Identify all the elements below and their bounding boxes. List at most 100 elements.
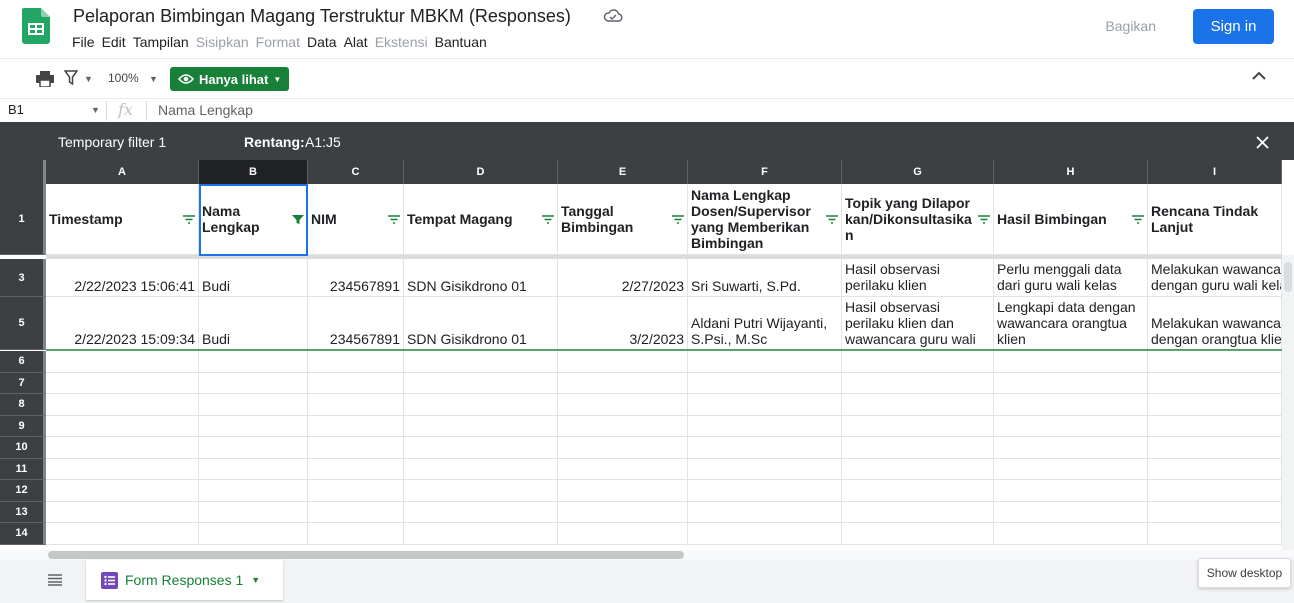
- empty-cell[interactable]: [842, 372, 994, 394]
- name-box-caret-icon[interactable]: ▼: [91, 105, 100, 115]
- menu-file[interactable]: File: [72, 34, 95, 50]
- empty-cell[interactable]: [404, 501, 558, 523]
- header-cell[interactable]: Tempat Magang: [404, 184, 558, 255]
- empty-cell[interactable]: [688, 351, 842, 373]
- empty-cell[interactable]: [404, 523, 558, 545]
- empty-cell[interactable]: [46, 458, 199, 480]
- row-header-3[interactable]: 3: [0, 259, 46, 297]
- empty-cell[interactable]: [842, 351, 994, 373]
- empty-cell[interactable]: [558, 437, 688, 459]
- header-cell[interactable]: Topik yang Dilaporkan/Dikonsultasikan: [842, 184, 994, 255]
- table-cell[interactable]: SDN Gisikdrono 01: [404, 297, 558, 350]
- empty-cell[interactable]: [558, 394, 688, 416]
- empty-cell[interactable]: [46, 480, 199, 502]
- column-header-f[interactable]: F: [688, 160, 842, 184]
- select-all-corner[interactable]: [0, 160, 46, 184]
- column-header-b[interactable]: B: [199, 160, 308, 184]
- empty-cell[interactable]: [1148, 437, 1282, 459]
- empty-cell[interactable]: [842, 437, 994, 459]
- menu-tools[interactable]: Alat: [344, 34, 368, 50]
- empty-cell[interactable]: [199, 458, 308, 480]
- table-cell[interactable]: Hasil observasi perilaku klien: [842, 259, 994, 297]
- table-cell[interactable]: Hasil observasi perilaku klien dan wawan…: [842, 297, 994, 350]
- table-cell[interactable]: Sri Suwarti, S.Pd.: [688, 259, 842, 297]
- empty-cell[interactable]: [688, 437, 842, 459]
- header-cell[interactable]: Nama Lengkap: [199, 184, 308, 255]
- empty-cell[interactable]: [199, 351, 308, 373]
- empty-cell[interactable]: [994, 458, 1148, 480]
- spreadsheet-grid[interactable]: A B C D E F G H I 1 Timestamp Nama Lengk…: [0, 160, 1282, 550]
- empty-cell[interactable]: [842, 480, 994, 502]
- filter-button-icon[interactable]: [388, 214, 400, 224]
- empty-cell[interactable]: [842, 523, 994, 545]
- empty-cell[interactable]: [308, 372, 404, 394]
- empty-cell[interactable]: [404, 372, 558, 394]
- row-header-9[interactable]: 9: [0, 415, 46, 437]
- empty-cell[interactable]: [842, 394, 994, 416]
- empty-cell[interactable]: [994, 501, 1148, 523]
- filter-icon[interactable]: [64, 70, 78, 86]
- menu-edit[interactable]: Edit: [102, 34, 126, 50]
- view-only-button[interactable]: Hanya lihat ▼: [170, 67, 289, 91]
- table-cell[interactable]: SDN Gisikdrono 01: [404, 259, 558, 297]
- table-cell[interactable]: Aldani Putri Wijayanti, S.Psi., M.Sc: [688, 297, 842, 350]
- cloud-status-icon[interactable]: [603, 8, 623, 24]
- table-cell[interactable]: 3/2/2023: [558, 297, 688, 350]
- empty-cell[interactable]: [46, 372, 199, 394]
- header-cell[interactable]: Timestamp: [46, 184, 199, 255]
- empty-cell[interactable]: [688, 501, 842, 523]
- filter-button-icon[interactable]: [672, 214, 684, 224]
- menu-view[interactable]: Tampilan: [133, 34, 189, 50]
- empty-cell[interactable]: [994, 394, 1148, 416]
- row-header-7[interactable]: 7: [0, 372, 46, 394]
- empty-cell[interactable]: [994, 372, 1148, 394]
- filter-button-icon[interactable]: [542, 214, 554, 224]
- empty-cell[interactable]: [994, 351, 1148, 373]
- empty-cell[interactable]: [46, 415, 199, 437]
- empty-cell[interactable]: [308, 480, 404, 502]
- empty-cell[interactable]: [308, 458, 404, 480]
- filter-button-icon[interactable]: [1132, 214, 1144, 224]
- table-cell[interactable]: 234567891: [308, 297, 404, 350]
- filter-button-icon[interactable]: [826, 214, 838, 224]
- empty-cell[interactable]: [688, 480, 842, 502]
- table-cell[interactable]: Budi: [199, 297, 308, 350]
- column-header-d[interactable]: D: [404, 160, 558, 184]
- all-sheets-menu-icon[interactable]: [48, 574, 62, 586]
- table-cell[interactable]: Perlu menggali data dari guru wali kelas: [994, 259, 1148, 297]
- empty-cell[interactable]: [199, 501, 308, 523]
- header-cell[interactable]: Hasil Bimbingan: [994, 184, 1148, 255]
- empty-cell[interactable]: [558, 351, 688, 373]
- row-header-6[interactable]: 6: [0, 351, 46, 373]
- header-cell[interactable]: NIM: [308, 184, 404, 255]
- zoom-select[interactable]: 100%: [108, 71, 139, 85]
- print-icon[interactable]: [36, 71, 54, 87]
- sign-in-button[interactable]: Sign in: [1193, 9, 1274, 44]
- filter-active-icon[interactable]: [292, 214, 304, 224]
- empty-cell[interactable]: [1148, 523, 1282, 545]
- filter-caret-icon[interactable]: ▼: [84, 74, 93, 84]
- table-cell[interactable]: Budi: [199, 259, 308, 297]
- sheets-logo-icon[interactable]: [22, 8, 50, 44]
- row-header-11[interactable]: 11: [0, 458, 46, 480]
- header-cell[interactable]: Tanggal Bimbingan: [558, 184, 688, 255]
- empty-cell[interactable]: [842, 415, 994, 437]
- horizontal-scroll-thumb[interactable]: [48, 551, 684, 559]
- vertical-scroll-thumb[interactable]: [1284, 262, 1292, 292]
- row-header-5[interactable]: 5: [0, 297, 46, 350]
- row-header-14[interactable]: 14: [0, 523, 46, 545]
- empty-cell[interactable]: [308, 415, 404, 437]
- empty-cell[interactable]: [1148, 415, 1282, 437]
- row-header-10[interactable]: 10: [0, 437, 46, 459]
- empty-cell[interactable]: [994, 523, 1148, 545]
- header-cell[interactable]: Nama Lengkap Dosen/Supervisor yang Membe…: [688, 184, 842, 255]
- table-cell[interactable]: Melakukan wawancara dengan guru wali kel…: [1148, 259, 1282, 297]
- empty-cell[interactable]: [308, 351, 404, 373]
- empty-cell[interactable]: [308, 501, 404, 523]
- zoom-caret-icon[interactable]: ▼: [149, 74, 158, 84]
- empty-cell[interactable]: [1148, 394, 1282, 416]
- formula-input[interactable]: Nama Lengkap: [158, 102, 253, 118]
- share-button[interactable]: Bagikan: [1070, 9, 1170, 43]
- empty-cell[interactable]: [1148, 458, 1282, 480]
- empty-cell[interactable]: [558, 501, 688, 523]
